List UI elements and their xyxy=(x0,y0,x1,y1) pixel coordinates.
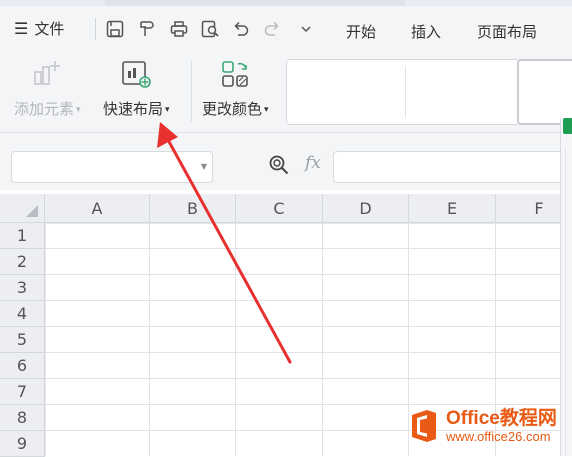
menu-divider xyxy=(95,18,96,40)
row-header-7[interactable]: 7 xyxy=(0,379,45,405)
grid-line xyxy=(45,248,560,249)
file-menu-button[interactable]: ☰ 文件 xyxy=(14,18,64,39)
row-header-3[interactable]: 3 xyxy=(0,275,45,301)
tab-insert[interactable]: 插入 xyxy=(411,21,441,42)
customize-toolbar-icon[interactable] xyxy=(295,18,317,40)
select-all-corner[interactable] xyxy=(0,194,45,223)
formula-input[interactable] xyxy=(333,151,572,183)
watermark-url: www.office26.com xyxy=(446,428,551,444)
format-painter-icon[interactable] xyxy=(136,18,158,40)
change-color-icon xyxy=(219,58,251,90)
row-header-8[interactable]: 8 xyxy=(0,405,45,431)
grid-line xyxy=(322,223,323,456)
file-menu-label: 文件 xyxy=(34,20,65,38)
menu-bar: ☰ 文件 开始 插入 页面布局 xyxy=(0,6,572,50)
select-all-icon xyxy=(26,205,38,217)
change-color-button[interactable]: 更改颜色 ▾ xyxy=(202,58,269,119)
gallery-divider xyxy=(405,66,406,118)
function-icon[interactable]: fx xyxy=(305,153,321,173)
chevron-down-icon: ▾ xyxy=(264,104,269,115)
grid-line xyxy=(45,404,560,405)
quick-layout-label: 快速布局 xyxy=(103,100,164,118)
print-preview-icon[interactable] xyxy=(199,18,221,40)
column-header-b[interactable]: B xyxy=(150,194,236,223)
chart-style-gallery[interactable] xyxy=(286,59,520,125)
grid-line xyxy=(45,378,560,379)
grid-line xyxy=(45,300,560,301)
watermark-title: Office教程网 xyxy=(446,407,557,429)
chevron-down-icon[interactable]: ▼ xyxy=(201,162,207,171)
grid-line xyxy=(45,274,560,275)
quick-layout-icon xyxy=(120,58,152,90)
office-logo-icon xyxy=(412,410,436,442)
row-header-1[interactable]: 1 xyxy=(0,223,45,249)
grid-line xyxy=(235,223,236,456)
add-element-icon xyxy=(31,58,63,90)
row-header-9[interactable]: 9 xyxy=(0,431,45,457)
undo-icon[interactable] xyxy=(230,18,252,40)
column-header-e[interactable]: E xyxy=(409,194,496,223)
print-icon[interactable] xyxy=(168,18,190,40)
grid-line xyxy=(45,326,560,327)
hamburger-icon: ☰ xyxy=(14,18,29,38)
watermark: Office教程网 www.office26.com xyxy=(408,408,557,444)
ribbon: 添加元素 ▾ 快速布局 ▾ 更改颜色 ▾ xyxy=(0,50,572,133)
zoom-search-icon[interactable] xyxy=(268,154,290,180)
tab-page-layout[interactable]: 页面布局 xyxy=(477,21,537,42)
chevron-down-icon: ▾ xyxy=(76,104,81,115)
ribbon-divider xyxy=(191,60,192,122)
save-icon[interactable] xyxy=(104,18,126,40)
column-header-a[interactable]: A xyxy=(45,194,150,223)
grid-line xyxy=(45,352,560,353)
redo-icon[interactable] xyxy=(261,18,283,40)
chevron-down-icon: ▾ xyxy=(165,104,170,115)
column-header-c[interactable]: C xyxy=(236,194,323,223)
row-header-5[interactable]: 5 xyxy=(0,327,45,353)
change-color-label: 更改颜色 xyxy=(202,100,263,118)
tab-home[interactable]: 开始 xyxy=(346,21,376,42)
side-panel xyxy=(560,118,572,456)
grid-line xyxy=(149,223,150,456)
panel-divider xyxy=(565,148,566,456)
add-element-button[interactable]: 添加元素 ▾ xyxy=(14,58,81,119)
add-element-label: 添加元素 xyxy=(14,100,75,118)
column-header-d[interactable]: D xyxy=(323,194,409,223)
chart-style-gallery-selected[interactable] xyxy=(517,59,572,125)
panel-tab-marker[interactable] xyxy=(563,118,572,134)
row-header-2[interactable]: 2 xyxy=(0,249,45,275)
formula-bar: ▼ fx xyxy=(0,133,572,190)
row-header-4[interactable]: 4 xyxy=(0,301,45,327)
row-header-6[interactable]: 6 xyxy=(0,353,45,379)
name-box[interactable]: ▼ xyxy=(11,151,213,183)
quick-layout-button[interactable]: 快速布局 ▾ xyxy=(103,58,170,119)
